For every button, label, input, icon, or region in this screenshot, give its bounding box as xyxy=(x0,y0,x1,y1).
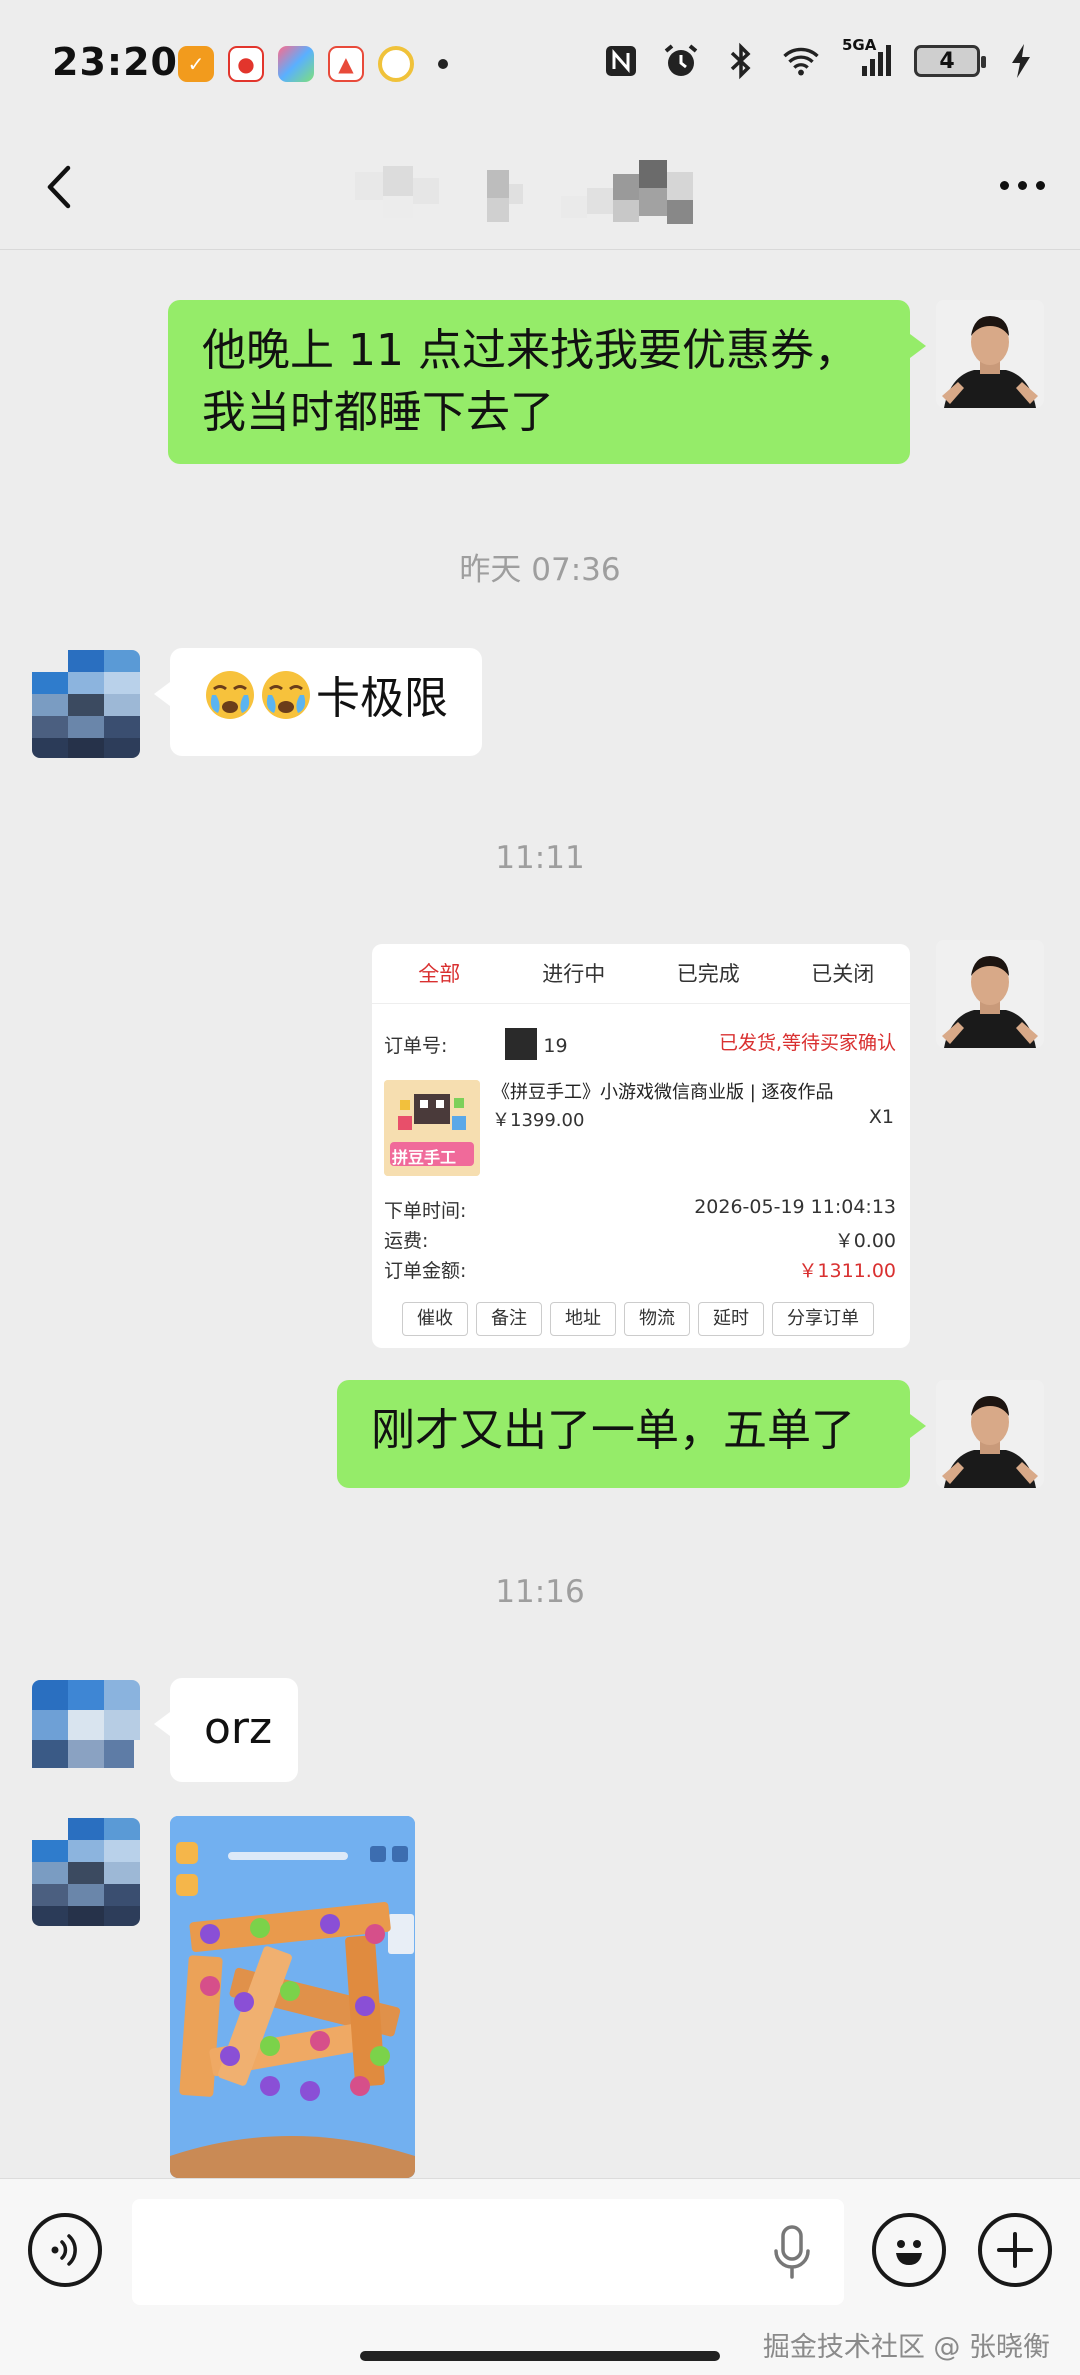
amount-value: ￥1311.00 xyxy=(798,1260,896,1282)
order-time-label: 下单时间: xyxy=(384,1200,467,1222)
product-quantity: X1 xyxy=(868,1106,894,1128)
order-status: 已发货,等待买家确认 xyxy=(718,1032,896,1054)
tab-closed: 已关闭 xyxy=(811,962,875,986)
status-bar: 23:20 ✓ ● ▲ 5GA 4 xyxy=(0,0,1080,130)
order-time-row: 下单时间: 2026-05-19 11:04:13 xyxy=(384,1196,896,1223)
message-input[interactable] xyxy=(132,2199,844,2305)
weibo-icon: ● xyxy=(228,46,264,82)
amount-label: 订单金额: xyxy=(384,1260,467,1282)
app-icon-5 xyxy=(378,46,414,82)
contact-avatar[interactable] xyxy=(32,1818,140,1926)
order-screenshot-image[interactable]: 全部 进行中 已完成 已关闭 订单号: 19 已发货,等待买家确认 拼豆手工 《拼… xyxy=(372,944,910,1348)
charging-icon xyxy=(1002,42,1040,80)
order-tabs: 全部 进行中 已完成 已关闭 xyxy=(372,944,910,1004)
dot xyxy=(1017,180,1027,190)
note-button: 备注 xyxy=(476,1302,542,1336)
plus-icon xyxy=(997,2232,1033,2268)
order-number-row: 订单号: 19 已发货,等待买家确认 xyxy=(384,1028,896,1060)
timestamp: 11:11 xyxy=(495,840,585,876)
voice-mode-button[interactable] xyxy=(28,2213,102,2287)
timestamp: 昨天 07:36 xyxy=(459,552,621,588)
my-avatar[interactable] xyxy=(936,300,1044,408)
chat-title-redacted xyxy=(355,160,725,230)
message-text: orz xyxy=(204,1703,273,1754)
more-options-button[interactable] xyxy=(992,160,1052,210)
message-bubble-outgoing[interactable]: 刚才又出了一单，五单了 xyxy=(337,1380,926,1488)
product-thumbnail: 拼豆手工 xyxy=(384,1080,480,1176)
microphone-icon[interactable] xyxy=(770,2223,814,2281)
tab-completed: 已完成 xyxy=(676,962,740,986)
tab-in-progress: 进行中 xyxy=(542,962,606,986)
order-action-buttons: 催收 备注 地址 物流 延时 分享订单 xyxy=(402,1302,874,1336)
app-icon-1: ✓ xyxy=(178,46,214,82)
message-bubble-incoming[interactable]: orz xyxy=(154,1678,298,1782)
delay-button: 延时 xyxy=(698,1302,764,1336)
app-icon-3 xyxy=(278,46,314,82)
status-time: 23:20 xyxy=(52,40,178,84)
game-screenshot-image[interactable] xyxy=(170,1816,415,2178)
remind-button: 催收 xyxy=(402,1302,468,1336)
voice-icon xyxy=(51,2234,77,2266)
message-text: 卡极限 xyxy=(316,673,448,724)
shipping-row: 运费: ￥0.00 xyxy=(384,1226,896,1253)
battery-icon: 4 xyxy=(914,45,986,77)
share-order-button: 分享订单 xyxy=(772,1302,874,1336)
more-notifications-dot xyxy=(438,59,448,69)
contact-avatar[interactable] xyxy=(32,650,140,758)
app-icon-4: ▲ xyxy=(328,46,364,82)
back-button[interactable] xyxy=(34,156,86,216)
order-number-label: 订单号: xyxy=(384,1035,448,1057)
more-functions-button[interactable] xyxy=(978,2213,1052,2287)
my-avatar[interactable] xyxy=(936,940,1044,1048)
order-number-redacted xyxy=(505,1028,538,1060)
crying-emoji-icon xyxy=(204,669,256,721)
dot xyxy=(999,180,1009,190)
message-bubble-outgoing[interactable]: 他晚上 11 点过来找我要优惠券，我当时都睡下去了 xyxy=(168,300,926,464)
shipping-value: ￥0.00 xyxy=(834,1230,896,1252)
nfc-icon xyxy=(602,42,640,80)
home-indicator[interactable] xyxy=(360,2351,720,2361)
message-bubble-incoming[interactable]: 卡极限 xyxy=(154,648,482,756)
system-icons: 5GA 4 xyxy=(602,36,1040,80)
emoji-button[interactable] xyxy=(872,2213,946,2287)
logistics-button: 物流 xyxy=(624,1302,690,1336)
amount-row: 订单金额: ￥1311.00 xyxy=(384,1256,896,1283)
order-number-suffix: 19 xyxy=(543,1035,568,1057)
smiley-icon xyxy=(896,2240,922,2265)
input-bar: 掘金技术社区 @ 张晓衡 xyxy=(0,2178,1080,2375)
dot xyxy=(1035,180,1045,190)
wifi-icon xyxy=(782,42,820,80)
chevron-left-icon xyxy=(47,165,71,209)
message-text: 刚才又出了一单，五单了 xyxy=(371,1405,855,1456)
crying-emoji-icon xyxy=(260,669,312,721)
contact-avatar[interactable] xyxy=(32,1680,140,1788)
chat-header xyxy=(0,130,1080,250)
bluetooth-icon xyxy=(722,42,760,80)
watermark: 掘金技术社区 @ 张晓衡 xyxy=(762,2332,1050,2363)
order-time-value: 2026-05-19 11:04:13 xyxy=(694,1196,896,1218)
message-text: 他晚上 11 点过来找我要优惠券，我当时都睡下去了 xyxy=(202,325,858,438)
thumb-title: 拼豆手工 xyxy=(392,1148,457,1167)
address-button: 地址 xyxy=(550,1302,616,1336)
battery-level: 4 xyxy=(939,48,955,74)
product-price: ￥1399.00 xyxy=(492,1110,585,1131)
network-type-label: 5GA xyxy=(842,36,877,54)
timestamp: 11:16 xyxy=(495,1574,585,1610)
signal-icon: 5GA xyxy=(842,36,892,80)
alarm-icon xyxy=(662,42,700,80)
shipping-label: 运费: xyxy=(384,1230,429,1252)
tab-all: 全部 xyxy=(418,962,461,986)
product-name: 《拼豆手工》小游戏微信商业版 | 逐夜作品 xyxy=(492,1082,834,1103)
notification-icons: ✓ ● ▲ xyxy=(178,46,448,82)
my-avatar[interactable] xyxy=(936,1380,1044,1488)
